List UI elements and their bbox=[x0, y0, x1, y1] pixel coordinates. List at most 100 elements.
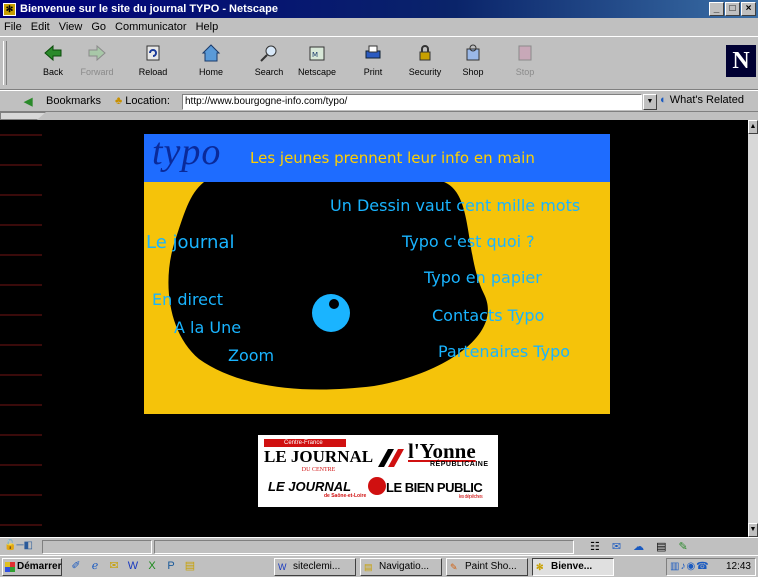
quicklaunch-word-icon[interactable]: W bbox=[125, 558, 141, 574]
window-controls: _ □ × bbox=[709, 2, 756, 16]
location-label: Location: bbox=[125, 95, 170, 107]
link-zoom[interactable]: Zoom bbox=[228, 346, 274, 365]
menu-edit[interactable]: Edit bbox=[31, 21, 50, 33]
link-typo-papier[interactable]: Typo en papier bbox=[424, 268, 542, 287]
minimize-button[interactable]: _ bbox=[709, 2, 724, 16]
task-bienvenue[interactable]: ✻ Bienve... bbox=[532, 558, 614, 576]
bien-public-mark-icon bbox=[368, 477, 386, 495]
security-lock-icon bbox=[419, 45, 431, 61]
navigator-component-icon[interactable]: ☷ bbox=[590, 540, 600, 553]
task-paint-shop[interactable]: ✎ Paint Sho... bbox=[446, 558, 528, 576]
typo-logo: typo bbox=[152, 134, 222, 173]
bookmarks-button[interactable]: Bookmarks bbox=[46, 95, 101, 107]
link-le-journal[interactable]: Le journal bbox=[146, 232, 234, 253]
le-journal-du-centre-logo: LE JOURNAL DU CENTRE bbox=[264, 447, 374, 473]
menu-file[interactable]: File bbox=[4, 21, 22, 33]
header-banner: typo Les jeunes prennent leur info en ma… bbox=[144, 134, 610, 182]
home-button[interactable]: Home bbox=[186, 41, 236, 87]
bien-public-logo: LE BIEN PUBLIC les dépêches bbox=[386, 480, 483, 500]
task-navigation[interactable]: ▤ Navigatio... bbox=[360, 558, 442, 576]
tray-clock[interactable]: 12:43 bbox=[726, 561, 751, 572]
svg-text:M: M bbox=[312, 51, 318, 59]
quicklaunch-outlook-icon[interactable]: ✉ bbox=[106, 558, 122, 574]
explorer-folder-icon: ▤ bbox=[364, 562, 373, 572]
blue-dot-decoration bbox=[312, 294, 350, 332]
stop-icon bbox=[518, 45, 532, 61]
progress-field bbox=[154, 540, 574, 554]
navigation-toolbar: Back Forward Reload Home Search M Netsca… bbox=[0, 36, 758, 90]
reload-button[interactable]: Reload bbox=[128, 41, 178, 87]
quicklaunch-publisher-icon[interactable]: P bbox=[163, 558, 179, 574]
search-button[interactable]: Search bbox=[244, 41, 294, 87]
start-button[interactable]: Démarrer bbox=[2, 558, 62, 576]
search-icon bbox=[260, 45, 277, 62]
reload-icon bbox=[146, 45, 160, 61]
le-journal-saone-logo: LE JOURNAL de Saône-et-Loire bbox=[268, 479, 367, 499]
link-partenaires[interactable]: Partenaires Typo bbox=[438, 342, 570, 361]
shop-button[interactable]: Shop bbox=[448, 41, 498, 87]
window-title: Bienvenue sur le site du journal TYPO - … bbox=[20, 3, 278, 15]
netscape-app-icon[interactable]: ✻ bbox=[3, 2, 16, 16]
yonne-republicaine-text: RÉPUBLICAINE bbox=[430, 461, 489, 468]
print-icon bbox=[365, 45, 381, 59]
vertical-scrollbar[interactable]: ▲ ▼ bbox=[748, 120, 758, 537]
location-bar: ◀ Bookmarks ♣ Location: http://www.bourg… bbox=[0, 90, 758, 112]
window-titlebar[interactable]: ✻ Bienvenue sur le site du journal TYPO … bbox=[0, 0, 758, 18]
personal-toolbar-tab[interactable] bbox=[0, 112, 46, 120]
security-button[interactable]: Security bbox=[400, 41, 450, 87]
typo-panel: typo Les jeunes prennent leur info en ma… bbox=[144, 134, 610, 414]
netscape-logo[interactable]: N bbox=[726, 45, 756, 77]
personal-toolbar-strip bbox=[0, 112, 758, 120]
link-contacts[interactable]: Contacts Typo bbox=[432, 306, 544, 325]
partners-logo[interactable]: Centre-France LE JOURNAL DU CENTRE l'Yon… bbox=[258, 435, 498, 507]
link-en-direct[interactable]: En direct bbox=[152, 290, 223, 309]
menu-communicator[interactable]: Communicator bbox=[115, 21, 187, 33]
status-bar: 🔓─◧ ☷ ✉ ☁ ▤ ✎ bbox=[0, 537, 758, 555]
tagline: Les jeunes prennent leur info en main bbox=[250, 149, 535, 167]
security-status-icon[interactable]: 🔓─◧ bbox=[4, 540, 38, 553]
paint-shop-icon: ✎ bbox=[450, 562, 458, 572]
menu-view[interactable]: View bbox=[59, 21, 83, 33]
yonne-slash-icon bbox=[378, 449, 404, 467]
url-input[interactable]: http://www.bourgogne-info.com/typo/ bbox=[182, 94, 642, 110]
maximize-button[interactable]: □ bbox=[725, 2, 740, 16]
scroll-up-arrow-icon[interactable]: ▲ bbox=[748, 120, 758, 134]
quicklaunch-explorer-icon[interactable]: ▤ bbox=[182, 558, 198, 574]
home-icon bbox=[201, 44, 221, 62]
quicklaunch-ie-icon[interactable]: ℯ bbox=[87, 558, 103, 574]
whats-related-icon: ◐ bbox=[660, 94, 667, 106]
component-bar: ☷ ✉ ☁ ▤ ✎ bbox=[590, 540, 688, 553]
back-button[interactable]: Back bbox=[28, 41, 78, 87]
forward-button[interactable]: Forward bbox=[72, 41, 122, 87]
link-typo-quoi[interactable]: Typo c'est quoi ? bbox=[402, 232, 535, 251]
quicklaunch-edit-icon[interactable]: ✐ bbox=[68, 558, 84, 574]
tray-icons[interactable]: ▥♪◉☎ bbox=[670, 559, 710, 575]
link-dessin[interactable]: Un Dessin vaut cent mille mots bbox=[330, 196, 580, 215]
left-frame bbox=[0, 120, 42, 537]
link-a-la-une[interactable]: A la Une bbox=[174, 318, 241, 337]
location-icon: ♣ bbox=[115, 95, 123, 107]
status-text-field bbox=[42, 540, 152, 554]
scroll-down-arrow-icon[interactable]: ▼ bbox=[748, 523, 758, 537]
task-siteclemi[interactable]: W siteclemi... bbox=[274, 558, 356, 576]
composer-component-icon[interactable]: ▤ bbox=[656, 540, 666, 553]
print-button[interactable]: Print bbox=[348, 41, 398, 87]
stop-button[interactable]: Stop bbox=[500, 41, 550, 87]
menu-help[interactable]: Help bbox=[196, 21, 219, 33]
netscape-button[interactable]: M Netscape bbox=[292, 41, 342, 87]
menu-go[interactable]: Go bbox=[91, 21, 106, 33]
bookmarks-icon[interactable]: ◀ bbox=[24, 95, 46, 108]
discussion-component-icon[interactable]: ☁ bbox=[633, 540, 644, 553]
quicklaunch-excel-icon[interactable]: X bbox=[144, 558, 160, 574]
addressbook-component-icon[interactable]: ✎ bbox=[679, 540, 688, 553]
quick-launch: ✐ ℯ ✉ W X P ▤ bbox=[68, 558, 198, 574]
menu-bar: File Edit View Go Communicator Help bbox=[0, 18, 758, 36]
close-button[interactable]: × bbox=[741, 2, 756, 16]
toolbar-grip[interactable] bbox=[3, 41, 7, 85]
back-arrow-icon bbox=[44, 44, 62, 62]
mail-component-icon[interactable]: ✉ bbox=[612, 540, 621, 553]
forward-arrow-icon bbox=[88, 44, 106, 62]
page-content: typo Les jeunes prennent leur info en ma… bbox=[0, 120, 748, 537]
whats-related-button[interactable]: ◐ What's Related bbox=[660, 94, 744, 106]
url-dropdown-button[interactable]: ▼ bbox=[643, 94, 657, 110]
